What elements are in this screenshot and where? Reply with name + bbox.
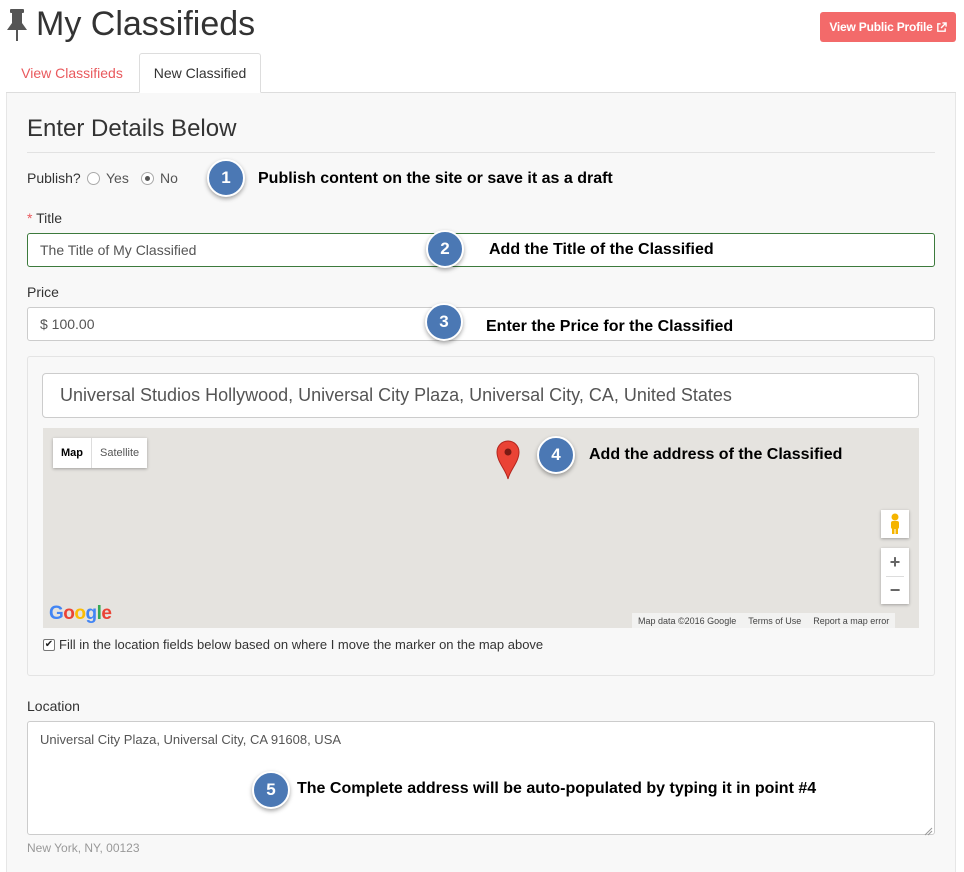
publish-no-label: No bbox=[160, 170, 178, 186]
map-footer: Map data ©2016 Google Terms of Use Repor… bbox=[632, 613, 896, 628]
publish-yes-radio[interactable]: Yes bbox=[87, 170, 129, 186]
zoom-control: + − bbox=[881, 548, 909, 604]
price-label: Price bbox=[27, 284, 59, 300]
auto-fill-checkbox-label: Fill in the location fields below based … bbox=[59, 637, 544, 652]
annotation-badge-1: 1 bbox=[207, 159, 245, 197]
map-type-satellite-button[interactable]: Satellite bbox=[92, 438, 147, 468]
zoom-out-button[interactable]: − bbox=[881, 576, 909, 604]
google-logo: Google bbox=[49, 603, 112, 624]
price-input[interactable]: $ 100.00 bbox=[27, 307, 935, 341]
title-input[interactable]: The Title of My Classified bbox=[27, 233, 935, 267]
radio-circle-selected[interactable] bbox=[141, 171, 154, 185]
required-mark: * bbox=[27, 210, 33, 226]
map-type-control: Map Satellite bbox=[53, 438, 148, 468]
radio-circle[interactable] bbox=[87, 171, 100, 185]
publish-no-radio[interactable]: No bbox=[141, 170, 178, 186]
annotation-badge-4: 4 bbox=[537, 436, 575, 474]
location-label: Location bbox=[27, 698, 80, 714]
map-marker-icon[interactable] bbox=[496, 440, 520, 480]
map-data-credit: Map data ©2016 Google bbox=[638, 615, 737, 626]
title-label: * Title bbox=[27, 210, 62, 226]
terms-of-use-link[interactable]: Terms of Use bbox=[748, 616, 801, 626]
tab-new-classified[interactable]: New Classified bbox=[139, 53, 261, 93]
publish-label: Publish? bbox=[27, 170, 81, 186]
page-title: My Classifieds bbox=[36, 5, 256, 43]
zoom-divider bbox=[886, 576, 904, 577]
annotation-note-1: Publish content on the site or save it a… bbox=[258, 170, 613, 187]
resize-grip-icon[interactable] bbox=[924, 823, 933, 836]
section-title: Enter Details Below bbox=[27, 115, 237, 142]
annotation-note-2: Add the Title of the Classified bbox=[489, 241, 714, 258]
address-search-input[interactable]: Universal Studios Hollywood, Universal C… bbox=[42, 373, 919, 418]
external-link-icon bbox=[936, 21, 947, 32]
annotation-note-4: Add the address of the Classified bbox=[589, 446, 843, 463]
annotation-note-5: The Complete address will be auto-popula… bbox=[297, 780, 817, 797]
location-help-text: New York, NY, 00123 bbox=[27, 841, 140, 855]
annotation-note-3: Enter the Price for the Classified bbox=[486, 318, 734, 335]
zoom-in-button[interactable]: + bbox=[881, 548, 909, 576]
auto-fill-checkbox-row[interactable]: ✔ Fill in the location fields below base… bbox=[43, 637, 543, 652]
view-public-profile-button[interactable]: View Public Profile bbox=[820, 12, 956, 42]
annotation-badge-5: 5 bbox=[252, 771, 290, 809]
title-label-text: Title bbox=[36, 210, 63, 226]
street-view-pegman-icon[interactable] bbox=[881, 510, 909, 538]
publish-yes-label: Yes bbox=[106, 170, 129, 186]
report-map-error-link[interactable]: Report a map error bbox=[813, 616, 889, 626]
section-divider bbox=[27, 152, 935, 153]
annotation-badge-3: 3 bbox=[425, 303, 463, 341]
pushpin-icon bbox=[4, 8, 30, 42]
location-textarea[interactable]: Universal City Plaza, Universal City, CA… bbox=[27, 721, 935, 835]
auto-fill-checkbox[interactable]: ✔ bbox=[43, 638, 55, 651]
map-type-map-button[interactable]: Map bbox=[53, 438, 92, 468]
view-public-profile-label: View Public Profile bbox=[829, 20, 933, 34]
annotation-badge-2: 2 bbox=[426, 230, 464, 268]
tab-view-classifieds[interactable]: View Classifieds bbox=[8, 53, 136, 93]
